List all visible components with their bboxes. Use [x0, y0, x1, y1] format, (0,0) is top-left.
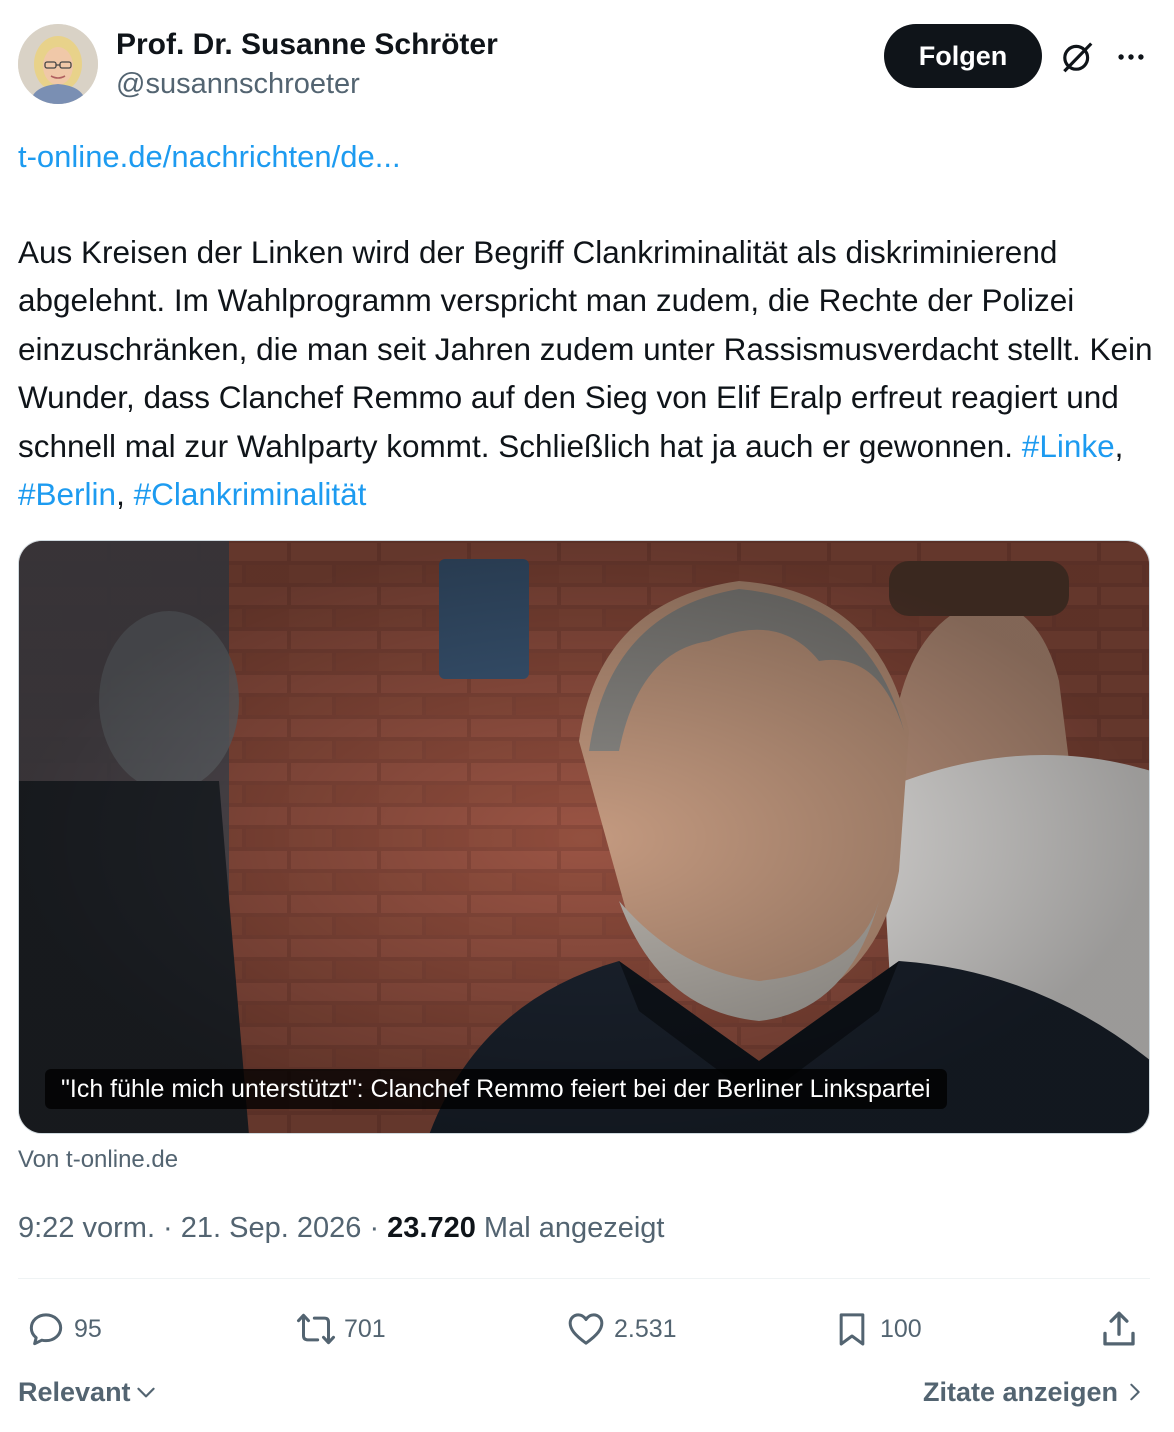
- meta-separator: ·: [361, 1212, 388, 1244]
- view-quotes-link[interactable]: Zitate anzeigen: [923, 1372, 1146, 1412]
- grok-icon[interactable]: [1058, 38, 1096, 76]
- repost-icon: [297, 1313, 335, 1345]
- sort-label: Relevant: [18, 1377, 131, 1407]
- author-avatar[interactable]: [18, 24, 98, 104]
- hashtag-separator: ,: [116, 476, 134, 513]
- tweet-date[interactable]: 21. Sep. 2026: [181, 1212, 362, 1244]
- bookmark-icon: [839, 1313, 865, 1346]
- tweet-meta: 9:22 vorm. · 21. Sep. 2026 · 23.720 Mal …: [18, 1208, 665, 1248]
- meta-separator: ·: [155, 1212, 181, 1244]
- bookmark-count: 100: [880, 1314, 922, 1343]
- divider: [18, 1278, 1150, 1279]
- hashtag-berlin[interactable]: #Berlin: [18, 476, 116, 512]
- views-label: Mal angezeigt: [475, 1212, 665, 1244]
- chevron-down-icon: [136, 1387, 155, 1398]
- more-icon[interactable]: [1114, 40, 1148, 74]
- author-name[interactable]: Prof. Dr. Susanne Schröter: [116, 26, 498, 64]
- bookmark-button[interactable]: 100: [832, 1304, 922, 1354]
- like-button[interactable]: 2.531: [566, 1304, 677, 1354]
- reply-icon: [29, 1313, 63, 1346]
- tweet-time[interactable]: 9:22 vorm.: [18, 1212, 155, 1244]
- link-card[interactable]: "Ich fühle mich unterstützt": Clanchef R…: [18, 540, 1150, 1134]
- hashtag-separator: ,: [1114, 427, 1124, 464]
- reply-count: 95: [74, 1314, 102, 1343]
- sort-dropdown[interactable]: Relevant: [18, 1372, 159, 1412]
- tweet-text: Aus Kreisen der Linken wird der Begriff …: [18, 228, 1158, 518]
- hashtag-clankriminalitaet[interactable]: #Clankriminalität: [134, 476, 367, 512]
- like-count: 2.531: [614, 1314, 677, 1343]
- hashtag-linke[interactable]: #Linke: [1022, 428, 1115, 464]
- heart-icon: [568, 1313, 604, 1345]
- article-link[interactable]: t-online.de/nachrichten/de...: [18, 136, 401, 178]
- share-icon[interactable]: [1098, 1308, 1140, 1350]
- tweet-body: Aus Kreisen der Linken wird der Begriff …: [18, 234, 1153, 464]
- card-source[interactable]: Von t-online.de: [18, 1144, 178, 1176]
- reply-button[interactable]: 95: [26, 1304, 102, 1354]
- card-caption: "Ich fühle mich unterstützt": Clanchef R…: [45, 1069, 947, 1109]
- chevron-right-icon: [1130, 1383, 1140, 1401]
- repost-button[interactable]: 701: [296, 1304, 386, 1354]
- avatar-photo-icon: [18, 24, 98, 104]
- article-photo: [19, 541, 1149, 1133]
- views-count: 23.720: [387, 1212, 476, 1244]
- follow-button[interactable]: Folgen: [884, 24, 1042, 88]
- quotes-label: Zitate anzeigen: [922, 1377, 1118, 1407]
- repost-count: 701: [344, 1314, 386, 1343]
- author-handle[interactable]: @susannschroeter: [116, 66, 360, 102]
